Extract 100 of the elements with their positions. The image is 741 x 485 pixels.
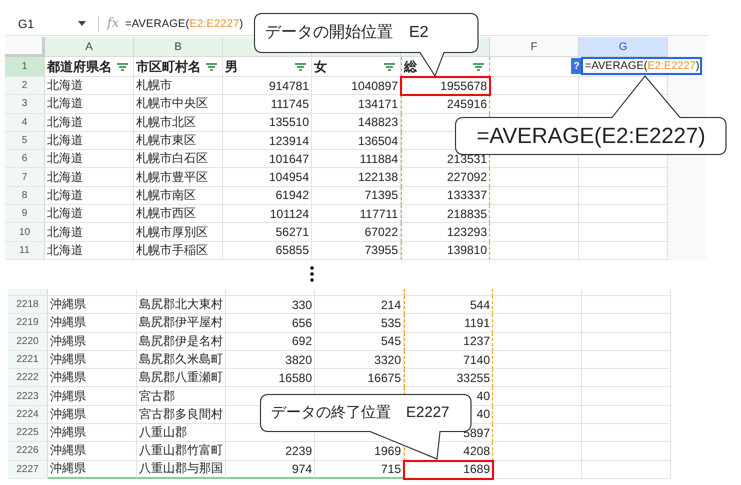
row-number[interactable]: 2223: [8, 387, 48, 406]
table-cell: 135510: [223, 114, 312, 132]
row-number[interactable]: 3: [5, 95, 45, 114]
table-cell: 札幌市西区: [134, 205, 223, 224]
corner-cell[interactable]: [5, 37, 45, 57]
table-cell: 101124: [223, 205, 312, 224]
table-cell: 沖縄県: [48, 442, 137, 461]
table-cell: 沖縄県: [48, 314, 137, 333]
table-cell: 67022: [312, 223, 401, 242]
header-text: 総: [404, 58, 417, 76]
table-cell: 535: [315, 314, 404, 333]
row-number[interactable]: 9: [5, 205, 45, 224]
table-cell: 123914: [223, 132, 312, 150]
table-cell: 148823: [312, 114, 401, 132]
table-cell: 八重山郡竹富町: [137, 442, 226, 461]
row-number[interactable]: 11: [5, 242, 45, 260]
header-text: 市区町村名: [136, 58, 201, 76]
table-cell: 島尻郡伊是名村: [137, 332, 226, 351]
row-number[interactable]: 1: [5, 57, 45, 77]
table-cell: 北海道: [45, 77, 134, 96]
table-cell: 218835: [401, 205, 490, 224]
table-cell: 札幌市: [134, 77, 223, 96]
table-cell: 545: [315, 332, 404, 351]
table-cell: 沖縄県: [48, 369, 137, 388]
table-cell: 札幌市手稲区: [134, 242, 223, 260]
column-header[interactable]: G: [579, 37, 668, 57]
row-number[interactable]: 2220: [8, 332, 48, 351]
table-cell: 104954: [223, 168, 312, 187]
table-cell: 16580: [226, 369, 315, 388]
row-number[interactable]: 8: [5, 186, 45, 206]
formula-input[interactable]: =AVERAGE(E2:E2227): [125, 18, 244, 30]
row-number[interactable]: 2221: [8, 350, 48, 370]
table-cell: 133337: [401, 186, 490, 206]
table-cell: 3320: [315, 350, 404, 370]
table-cell: 1955678: [401, 77, 490, 96]
table-cell: 宮古郡: [137, 387, 226, 406]
row-number[interactable]: 5: [5, 132, 45, 150]
table-cell: 北海道: [45, 223, 134, 242]
table-cell: 島尻郡北大東村: [137, 296, 226, 314]
row-number[interactable]: 2225: [8, 424, 48, 442]
table-cell: 沖縄県: [48, 424, 137, 442]
table-cell: 島尻郡伊平屋村: [137, 314, 226, 333]
table-cell: 71395: [312, 186, 401, 206]
row-number[interactable]: 10: [5, 223, 45, 242]
table-cell: 111884: [312, 150, 401, 168]
table-cell: 33255: [404, 369, 493, 388]
table-cell: 沖縄県: [48, 350, 137, 370]
table-cell: 65855: [223, 242, 312, 260]
row-number[interactable]: 2222: [8, 369, 48, 388]
formula-editor[interactable]: =AVERAGE(E2:E2227): [581, 57, 702, 75]
table-cell: 沖縄県: [48, 387, 137, 406]
table-cell: 1689: [404, 460, 493, 479]
row-number[interactable]: 2219: [8, 314, 48, 333]
table-cell: 北海道: [45, 132, 134, 150]
row-number[interactable]: 2224: [8, 406, 48, 424]
name-box[interactable]: G1: [5, 14, 90, 34]
table-cell: 札幌市南区: [134, 186, 223, 206]
table-cell: 227092: [401, 168, 490, 187]
table-cell: 544: [404, 296, 493, 314]
table-cell: 134171: [312, 95, 401, 114]
table-cell: 914781: [223, 77, 312, 96]
table-cell: 島尻郡久米島町: [137, 350, 226, 370]
table-cell: 3820: [226, 350, 315, 370]
row-number[interactable]: 6: [5, 150, 45, 168]
table-cell: 7140: [404, 350, 493, 370]
table-cell: 656: [226, 314, 315, 333]
vertical-ellipsis-icon: [310, 266, 314, 282]
table-cell: 330: [226, 296, 315, 314]
table-cell: 沖縄県: [48, 296, 137, 314]
table-cell: 札幌市東区: [134, 132, 223, 150]
row-number[interactable]: 2226: [8, 442, 48, 461]
row-number[interactable]: 2227: [8, 460, 48, 479]
table-cell: 北海道: [45, 242, 134, 260]
table-cell: 56271: [223, 223, 312, 242]
header-text: 男: [225, 58, 238, 76]
table-cell: 札幌市白石区: [134, 150, 223, 168]
column-header[interactable]: B: [134, 37, 223, 57]
row-number[interactable]: 4: [5, 114, 45, 132]
table-cell: 73955: [312, 242, 401, 260]
table-cell: 1040897: [312, 77, 401, 96]
row-number[interactable]: [8, 288, 48, 296]
table-cell: 札幌市豊平区: [134, 168, 223, 187]
table-cell: 沖縄県: [48, 406, 137, 424]
row-number[interactable]: 2218: [8, 296, 48, 314]
column-header[interactable]: A: [45, 37, 134, 57]
table-cell: 沖縄県: [48, 332, 137, 351]
table-cell: 245916: [401, 95, 490, 114]
row-number[interactable]: 2: [5, 77, 45, 96]
table-cell: 札幌市北区: [134, 114, 223, 132]
column-header[interactable]: F: [490, 37, 579, 57]
table-cell: 島尻郡八重瀬町: [137, 369, 226, 388]
row-number[interactable]: 7: [5, 168, 45, 187]
function-label: fx: [107, 16, 120, 31]
table-cell: 715: [315, 460, 404, 479]
table-cell: 139810: [401, 242, 490, 260]
table-cell: 北海道: [45, 205, 134, 224]
help-badge[interactable]: ?: [571, 58, 582, 74]
header-text: 都道府県名: [47, 58, 112, 76]
empty-area: [668, 95, 706, 114]
table-cell: 111745: [223, 95, 312, 114]
